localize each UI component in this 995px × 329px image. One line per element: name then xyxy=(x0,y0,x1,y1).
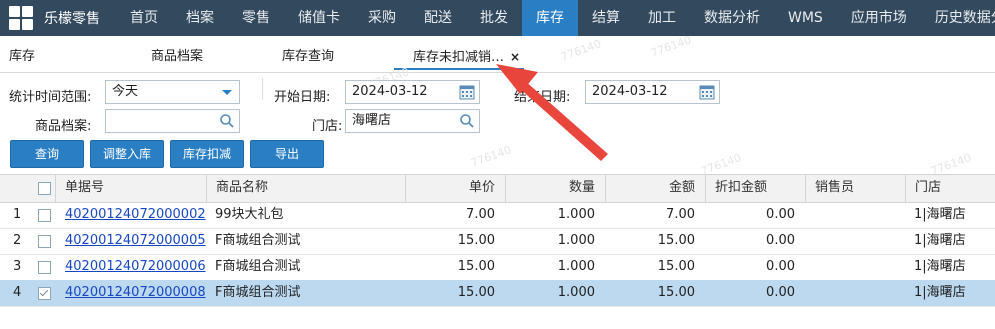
product-label: 商品档案: xyxy=(35,119,92,134)
nav-item-stored-value-card[interactable]: 储值卡 xyxy=(284,0,354,36)
nav-item-history-data[interactable]: 历史数据分 xyxy=(921,0,995,36)
row-index: 4 xyxy=(13,285,22,300)
nav-item-wms[interactable]: WMS xyxy=(774,0,837,36)
product-name: 99块大礼包 xyxy=(215,207,284,222)
discount-amount: 0.00 xyxy=(766,207,795,222)
calendar-icon[interactable] xyxy=(459,84,475,100)
table-row[interactable]: 2 40200124072000005 F商城组合测试 15.00 1.000 … xyxy=(0,228,995,255)
dropdown-arrow-icon xyxy=(222,90,232,95)
range-label: 统计时间范围: xyxy=(9,90,92,105)
product-name: F商城组合测试 xyxy=(215,285,301,300)
app-logo[interactable]: 乐檬零售 xyxy=(0,0,116,36)
nav-item-processing[interactable]: 加工 xyxy=(634,0,690,36)
doc-no-link[interactable]: 40200124072000002 xyxy=(65,202,206,228)
doc-no-link[interactable]: 40200124072000006 xyxy=(65,254,206,280)
product-name: F商城组合测试 xyxy=(215,233,301,248)
quantity: 1.000 xyxy=(557,259,595,274)
store-value: 海曙店 xyxy=(352,113,392,128)
table-row[interactable]: 3 40200124072000006 F商城组合测试 15.00 1.000 … xyxy=(0,254,995,281)
discount-amount: 0.00 xyxy=(766,285,795,300)
col-product-name[interactable]: 商品名称 xyxy=(206,175,405,202)
nav-item-home[interactable]: 首页 xyxy=(116,0,172,36)
export-button[interactable]: 导出 xyxy=(250,140,324,168)
doc-no-link[interactable]: 40200124072000005 xyxy=(65,228,206,254)
annotation-arrow xyxy=(496,64,608,161)
product-name: F商城组合测试 xyxy=(215,259,301,274)
start-date-value: 2024-03-12 xyxy=(352,84,428,99)
tab-inventory-query[interactable]: 库存查询 xyxy=(282,36,334,72)
amount: 7.00 xyxy=(666,207,695,222)
calendar-icon[interactable] xyxy=(699,84,715,100)
store: 1|海曙店 xyxy=(914,233,966,248)
product-input[interactable] xyxy=(105,109,240,133)
nav-item-data-analysis[interactable]: 数据分析 xyxy=(690,0,774,36)
quantity: 1.000 xyxy=(557,207,595,222)
select-all-checkbox[interactable] xyxy=(38,182,51,195)
quantity: 1.000 xyxy=(557,233,595,248)
price: 7.00 xyxy=(466,207,495,222)
col-doc-no[interactable]: 单据号 xyxy=(55,175,206,202)
range-value: 今天 xyxy=(112,84,139,99)
discount-amount: 0.00 xyxy=(766,233,795,248)
nav-item-app-market[interactable]: 应用市场 xyxy=(837,0,921,36)
tab-inventory[interactable]: 库存 xyxy=(9,36,35,72)
col-salesperson[interactable]: 销售员 xyxy=(805,175,905,202)
top-nav: 乐檬零售 首页 档案 零售 储值卡 采购 配送 批发 库存 结算 加工 数据分析… xyxy=(0,0,995,36)
nav-item-distribution[interactable]: 配送 xyxy=(410,0,466,36)
start-date-input[interactable]: 2024-03-12 xyxy=(345,80,480,104)
row-index: 2 xyxy=(13,233,22,248)
adjust-stock-in-button[interactable]: 调整入库 xyxy=(90,140,164,168)
table-row[interactable]: 1 40200124072000002 99块大礼包 7.00 1.000 7.… xyxy=(0,202,995,229)
nav-item-settlement[interactable]: 结算 xyxy=(578,0,634,36)
row-checkbox[interactable] xyxy=(38,261,51,274)
store: 1|海曙店 xyxy=(914,207,966,222)
nav-item-archive[interactable]: 档案 xyxy=(172,0,228,36)
col-discount[interactable]: 折扣金额 xyxy=(705,175,805,202)
price: 15.00 xyxy=(457,285,495,300)
col-store[interactable]: 门店 xyxy=(905,175,995,202)
apps-grid-icon xyxy=(9,6,33,30)
row-checkbox[interactable] xyxy=(38,235,51,248)
query-button[interactable]: 查询 xyxy=(10,140,84,168)
tab-divider xyxy=(262,78,263,100)
nav-item-purchase[interactable]: 采购 xyxy=(354,0,410,36)
doc-no-link[interactable]: 40200124072000008 xyxy=(65,280,206,306)
amount: 15.00 xyxy=(657,233,695,248)
stock-deduct-button[interactable]: 库存扣减 xyxy=(170,140,244,168)
price: 15.00 xyxy=(457,259,495,274)
quantity: 1.000 xyxy=(557,285,595,300)
discount-amount: 0.00 xyxy=(766,259,795,274)
search-icon[interactable] xyxy=(459,113,475,129)
col-amount[interactable]: 金额 xyxy=(605,175,705,202)
row-index: 3 xyxy=(13,259,22,274)
row-checkbox-checked[interactable] xyxy=(38,287,51,300)
amount: 15.00 xyxy=(657,259,695,274)
store: 1|海曙店 xyxy=(914,285,966,300)
nav-item-wholesale[interactable]: 批发 xyxy=(466,0,522,36)
table-header: 单据号 商品名称 单价 数量 金额 折扣金额 销售员 门店 xyxy=(0,174,995,203)
col-quantity[interactable]: 数量 xyxy=(505,175,605,202)
col-price[interactable]: 单价 xyxy=(405,175,505,202)
brand-name: 乐檬零售 xyxy=(44,11,100,27)
search-icon[interactable] xyxy=(219,113,235,129)
store-input[interactable]: 海曙店 xyxy=(345,109,480,133)
start-date-label: 开始日期: xyxy=(274,90,331,105)
tab-product-archive[interactable]: 商品档案 xyxy=(151,36,203,72)
range-select[interactable]: 今天 xyxy=(105,80,240,104)
amount: 15.00 xyxy=(657,285,695,300)
price: 15.00 xyxy=(457,233,495,248)
store-label: 门店: xyxy=(312,119,343,134)
store: 1|海曙店 xyxy=(914,259,966,274)
nav-item-retail[interactable]: 零售 xyxy=(228,0,284,36)
nav-item-inventory[interactable]: 库存 xyxy=(522,0,578,36)
table-row-selected[interactable]: 4 40200124072000008 F商城组合测试 15.00 1.000 … xyxy=(0,280,995,307)
row-index: 1 xyxy=(13,207,22,222)
row-checkbox[interactable] xyxy=(38,209,51,222)
